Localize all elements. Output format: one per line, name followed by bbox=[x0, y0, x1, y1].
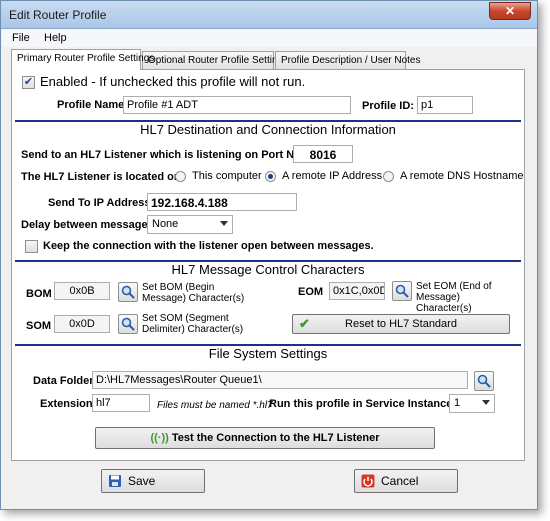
data-folder-label: Data Folder bbox=[33, 375, 94, 387]
ip-address-input[interactable]: 192.168.4.188 bbox=[147, 193, 297, 211]
delay-select[interactable]: None bbox=[147, 215, 233, 234]
port-input[interactable]: 8016 bbox=[293, 145, 353, 163]
close-window-button[interactable]: ✕ bbox=[489, 2, 531, 20]
data-folder-input[interactable]: D:\HL7Messages\Router Queue1\ bbox=[92, 371, 468, 389]
extension-input[interactable]: hl7 bbox=[92, 394, 150, 412]
cancel-label: Cancel bbox=[381, 474, 419, 488]
cancel-button[interactable]: Cancel bbox=[354, 469, 458, 493]
save-button[interactable]: Save bbox=[101, 469, 205, 493]
bom-label: BOM bbox=[26, 288, 52, 300]
set-eom-button[interactable] bbox=[392, 281, 412, 301]
service-instance-select[interactable]: 1 bbox=[449, 394, 495, 413]
edit-router-profile-window: Edit Router Profile ✕ File Help Primary … bbox=[0, 0, 538, 510]
radio-remote-dns-label: A remote DNS Hostname bbox=[400, 170, 524, 182]
browse-folder-button[interactable] bbox=[474, 371, 494, 391]
window-title: Edit Router Profile bbox=[9, 8, 107, 22]
profile-name-input[interactable]: Profile #1 ADT bbox=[123, 96, 351, 114]
location-label: The HL7 Listener is located on: bbox=[21, 171, 185, 183]
file-system-section-title: File System Settings bbox=[208, 346, 328, 361]
service-instance-label: Run this profile in Service Instance # bbox=[269, 398, 462, 410]
magnifier-icon bbox=[477, 374, 491, 388]
delay-select-value: None bbox=[152, 218, 179, 230]
title-bar: Edit Router Profile ✕ bbox=[1, 1, 537, 29]
som-label: SOM bbox=[26, 320, 52, 332]
reset-hl7-standard-button[interactable]: ✔ Reset to HL7 Standard bbox=[292, 314, 510, 334]
radio-remote-dns[interactable] bbox=[383, 171, 394, 182]
profile-name-label: Profile Name: bbox=[57, 99, 128, 111]
primary-settings-panel: ✔ Enabled - If unchecked this profile wi… bbox=[11, 69, 525, 461]
tab-primary-settings[interactable]: Primary Router Profile Settings bbox=[11, 49, 154, 70]
magnifier-icon bbox=[121, 285, 135, 299]
set-som-label: Set SOM (Segment Delimiter) Character(s) bbox=[142, 313, 244, 335]
extension-label: Extension bbox=[40, 398, 93, 410]
service-instance-value: 1 bbox=[454, 397, 461, 409]
chevron-down-icon bbox=[220, 221, 228, 226]
port-label: Send to an HL7 Listener which is listeni… bbox=[21, 149, 332, 161]
eom-input[interactable]: 0x1C,0x0D bbox=[329, 282, 385, 300]
power-icon bbox=[361, 474, 375, 488]
profile-id-input[interactable]: p1 bbox=[417, 96, 473, 114]
enabled-label: Enabled - If unchecked this profile will… bbox=[40, 74, 306, 89]
destination-section-title: HL7 Destination and Connection Informati… bbox=[140, 122, 396, 137]
set-som-button[interactable] bbox=[118, 314, 138, 334]
floppy-disk-icon bbox=[109, 475, 121, 487]
ip-address-label: Send To IP Address: bbox=[48, 197, 155, 209]
reset-hl7-standard-label: Reset to HL7 Standard bbox=[345, 318, 457, 330]
tab-profile-description[interactable]: Profile Description / User Notes bbox=[275, 51, 421, 69]
extension-note: Files must be named *.hl7 bbox=[157, 400, 273, 411]
som-input[interactable]: 0x0D bbox=[54, 315, 110, 333]
radio-this-computer[interactable] bbox=[175, 171, 186, 182]
set-eom-label: Set EOM (End of Message) Character(s) bbox=[416, 281, 492, 314]
menu-bar: File Help bbox=[2, 29, 537, 47]
dialog-footer: Save Cancel bbox=[2, 463, 537, 509]
radio-remote-ip[interactable] bbox=[265, 171, 276, 182]
test-connection-button[interactable]: ((·)) Test the Connection to the HL7 Lis… bbox=[95, 427, 435, 449]
delay-label: Delay between messages: bbox=[21, 219, 158, 231]
keep-open-checkbox[interactable] bbox=[25, 240, 38, 253]
bom-input[interactable]: 0x0B bbox=[54, 282, 110, 300]
eom-label: EOM bbox=[298, 286, 324, 298]
set-bom-label: Set BOM (Begin Message) Character(s) bbox=[142, 282, 245, 304]
magnifier-icon bbox=[395, 284, 409, 298]
chevron-down-icon bbox=[482, 400, 490, 405]
set-bom-button[interactable] bbox=[118, 282, 138, 302]
menu-help[interactable]: Help bbox=[44, 32, 67, 44]
menu-file[interactable]: File bbox=[12, 32, 30, 44]
tab-optional-settings[interactable]: Optional Router Profile Settings bbox=[142, 51, 288, 69]
save-label: Save bbox=[128, 474, 156, 488]
enabled-checkbox[interactable]: ✔ bbox=[22, 76, 35, 89]
checkmark-icon: ✔ bbox=[299, 316, 310, 331]
test-connection-label: Test the Connection to the HL7 Listener bbox=[171, 432, 380, 444]
radio-remote-ip-label: A remote IP Address bbox=[282, 170, 383, 182]
profile-id-label: Profile ID: bbox=[362, 100, 414, 112]
radio-this-computer-label: This computer bbox=[192, 170, 262, 182]
control-chars-section-title: HL7 Message Control Characters bbox=[171, 262, 365, 277]
keep-open-label: Keep the connection with the listener op… bbox=[43, 240, 374, 252]
magnifier-icon bbox=[121, 317, 135, 331]
wifi-icon: ((·)) bbox=[150, 432, 169, 444]
